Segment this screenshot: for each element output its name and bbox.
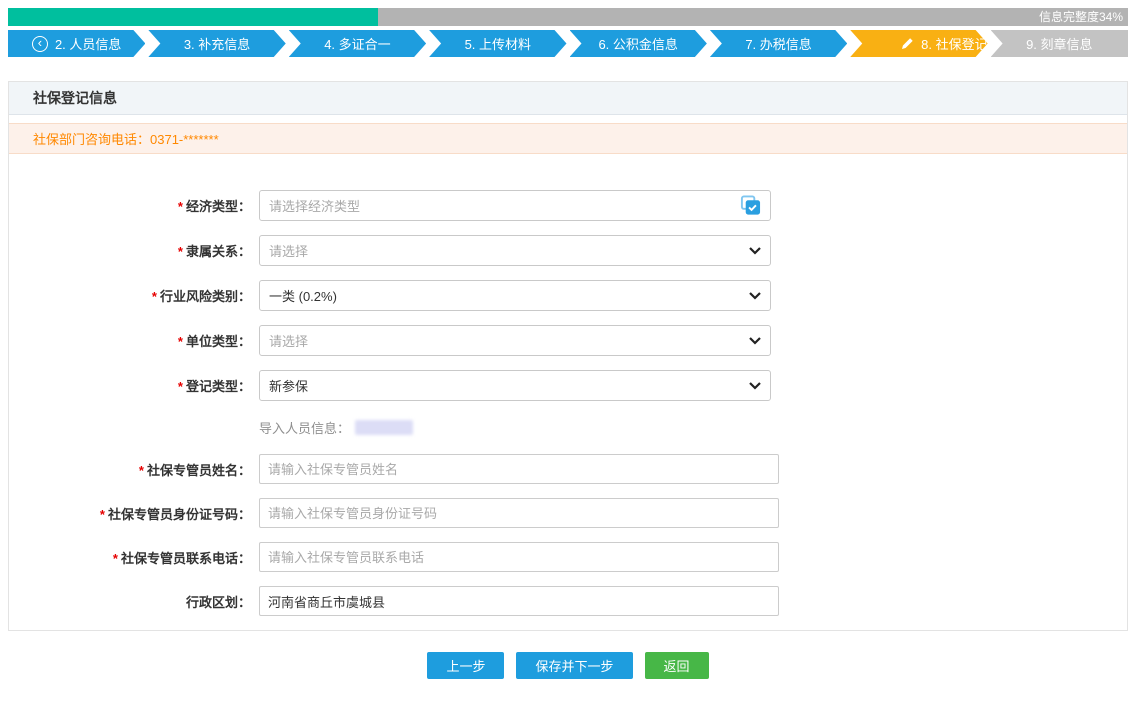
wizard-step-bar: ‹ 2. 人员信息 3. 补充信息 4. 多证合一 5. 上传材料 6. 公积金… bbox=[8, 30, 1128, 57]
required-asterisk: * bbox=[178, 334, 183, 349]
select-value: 一类 (0.2%) bbox=[269, 286, 337, 305]
chevron-down-icon bbox=[749, 247, 761, 255]
step-label: 9. 刻章信息 bbox=[1026, 34, 1092, 53]
progress-fill bbox=[8, 8, 378, 26]
field-label: *经济类型： bbox=[9, 196, 251, 215]
action-button-row: 上一步 保存并下一步 返回 bbox=[0, 652, 1136, 679]
field-label: *单位类型： bbox=[9, 331, 251, 350]
step-social-security[interactable]: 8. 社保登记 bbox=[850, 30, 987, 57]
multi-select-picker-icon[interactable] bbox=[740, 195, 761, 216]
step-label: 6. 公积金信息 bbox=[598, 34, 677, 53]
field-label: *社保专管员联系电话： bbox=[9, 548, 251, 567]
field-label: 行政区划： bbox=[9, 592, 251, 611]
form-row-register-type: *登记类型： 新参保 bbox=[9, 370, 1127, 401]
step-label: 7. 办税信息 bbox=[745, 34, 811, 53]
select-value: 新参保 bbox=[269, 376, 308, 395]
form-row-import-staff: 导入人员信息： bbox=[9, 418, 1127, 437]
completeness-progress-bar: 信息完整度34% bbox=[8, 8, 1128, 26]
industry-risk-select[interactable]: 一类 (0.2%) bbox=[259, 280, 771, 311]
agent-id-input[interactable] bbox=[259, 498, 779, 528]
chevron-down-icon bbox=[749, 337, 761, 345]
agent-name-input[interactable] bbox=[259, 454, 779, 484]
chevron-down-icon bbox=[749, 382, 761, 390]
pencil-icon bbox=[901, 37, 914, 50]
back-arrow-icon[interactable]: ‹ bbox=[32, 36, 48, 52]
step-label: 8. 社保登记 bbox=[921, 34, 987, 53]
step-seal-info[interactable]: 9. 刻章信息 bbox=[991, 30, 1128, 57]
social-security-panel: 社保登记信息 社保部门咨询电话：0371-******* *经济类型： 请选择经… bbox=[8, 81, 1128, 631]
register-type-select[interactable]: 新参保 bbox=[259, 370, 771, 401]
required-asterisk: * bbox=[178, 199, 183, 214]
step-label: 2. 人员信息 bbox=[55, 34, 121, 53]
step-label: 3. 补充信息 bbox=[184, 34, 250, 53]
form-row-agent-phone: *社保专管员联系电话： bbox=[9, 542, 1127, 572]
step-person-info[interactable]: ‹ 2. 人员信息 bbox=[8, 30, 145, 57]
required-asterisk: * bbox=[113, 551, 118, 566]
import-staff-label: 导入人员信息： bbox=[259, 418, 350, 437]
required-asterisk: * bbox=[100, 507, 105, 522]
step-multi-cert[interactable]: 4. 多证合一 bbox=[289, 30, 426, 57]
admin-division-input[interactable] bbox=[259, 586, 779, 616]
select-value: 请选择 bbox=[269, 241, 308, 260]
step-label: 5. 上传材料 bbox=[465, 34, 531, 53]
affiliation-select[interactable]: 请选择 bbox=[259, 235, 771, 266]
required-asterisk: * bbox=[178, 379, 183, 394]
chevron-down-icon bbox=[749, 292, 761, 300]
field-label: *社保专管员身份证号码： bbox=[9, 504, 251, 523]
step-supplement-info[interactable]: 3. 补充信息 bbox=[148, 30, 285, 57]
form-row-affiliation: *隶属关系： 请选择 bbox=[9, 235, 1127, 266]
form-row-economic-type: *经济类型： 请选择经济类型 bbox=[9, 190, 1127, 221]
required-asterisk: * bbox=[152, 289, 157, 304]
field-label: *登记类型： bbox=[9, 376, 251, 395]
form-row-unit-type: *单位类型： 请选择 bbox=[9, 325, 1127, 356]
field-label: *社保专管员姓名： bbox=[9, 460, 251, 479]
step-upload-material[interactable]: 5. 上传材料 bbox=[429, 30, 566, 57]
step-housing-fund[interactable]: 6. 公积金信息 bbox=[570, 30, 707, 57]
field-label: *行业风险类别： bbox=[9, 286, 251, 305]
panel-header: 社保登记信息 bbox=[9, 82, 1127, 115]
select-value: 请选择 bbox=[269, 331, 308, 350]
step-tax-info[interactable]: 7. 办税信息 bbox=[710, 30, 847, 57]
step-label: 4. 多证合一 bbox=[324, 34, 390, 53]
form-row-admin-division: 行政区划： bbox=[9, 586, 1127, 616]
economic-type-picker[interactable]: 请选择经济类型 bbox=[259, 190, 771, 221]
agent-phone-input[interactable] bbox=[259, 542, 779, 572]
required-asterisk: * bbox=[178, 244, 183, 259]
panel-title: 社保登记信息 bbox=[33, 88, 117, 108]
required-asterisk: * bbox=[139, 463, 144, 478]
form-row-industry-risk: *行业风险类别： 一类 (0.2%) bbox=[9, 280, 1127, 311]
notice-text: 社保部门咨询电话：0371-******* bbox=[33, 129, 219, 148]
picker-placeholder: 请选择经济类型 bbox=[269, 196, 360, 215]
return-button[interactable]: 返回 bbox=[645, 652, 709, 679]
form-row-agent-id: *社保专管员身份证号码： bbox=[9, 498, 1127, 528]
save-next-button[interactable]: 保存并下一步 bbox=[516, 652, 632, 679]
prev-step-button[interactable]: 上一步 bbox=[427, 652, 504, 679]
form-row-agent-name: *社保专管员姓名： bbox=[9, 454, 1127, 484]
notice-bar: 社保部门咨询电话：0371-******* bbox=[9, 123, 1127, 154]
social-security-form: *经济类型： 请选择经济类型 *隶属关系： 请选择 bbox=[9, 162, 1127, 630]
field-label: *隶属关系： bbox=[9, 241, 251, 260]
unit-type-select[interactable]: 请选择 bbox=[259, 325, 771, 356]
progress-label: 信息完整度34% bbox=[1039, 8, 1123, 26]
redacted-import-link[interactable] bbox=[355, 420, 413, 435]
